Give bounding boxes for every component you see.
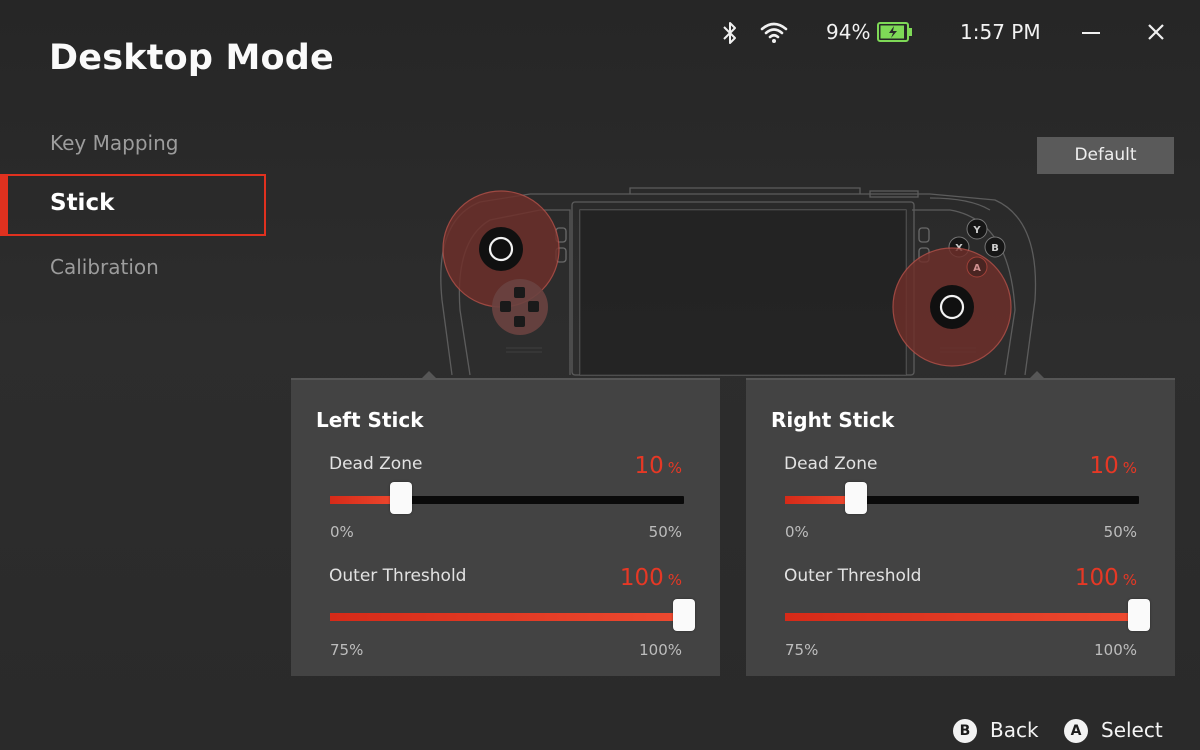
slider-fill xyxy=(785,613,1139,621)
dead-zone-slider[interactable] xyxy=(785,482,1139,514)
dead-zone-slider[interactable] xyxy=(330,482,684,514)
outer-threshold-unit: % xyxy=(1122,571,1137,589)
outer-threshold-value: 100% xyxy=(620,565,682,591)
minimize-icon[interactable] xyxy=(1076,18,1106,48)
outer-threshold-max-label: 100% xyxy=(1094,641,1137,659)
battery-icon xyxy=(877,22,912,42)
dead-zone-number: 10 xyxy=(634,453,664,479)
outer-threshold-number: 100 xyxy=(1074,565,1119,591)
sidebar-item-key-mapping[interactable]: Key Mapping xyxy=(0,113,266,175)
dead-zone-max-label: 50% xyxy=(1103,523,1137,541)
outer-threshold-slider[interactable] xyxy=(330,599,695,631)
dead-zone-min-label: 0% xyxy=(330,523,354,541)
outer-threshold-max-label: 100% xyxy=(639,641,682,659)
outer-threshold-label: Outer Threshold xyxy=(784,566,922,586)
outer-threshold-label: Outer Threshold xyxy=(329,566,467,586)
bluetooth-icon xyxy=(723,22,736,44)
dead-zone-label: Dead Zone xyxy=(784,454,878,474)
panel-title: Right Stick xyxy=(771,408,895,432)
outer-threshold-number: 100 xyxy=(619,565,664,591)
battery-percent: 94% xyxy=(826,20,871,44)
slider-thumb[interactable] xyxy=(673,599,695,631)
outer-threshold-min-label: 75% xyxy=(330,641,364,659)
slider-thumb[interactable] xyxy=(844,482,867,514)
dead-zone-label: Dead Zone xyxy=(329,454,423,474)
dead-zone-unit: % xyxy=(1122,459,1137,477)
left-stick-panel: Left Stick Dead Zone 10% 0% 50% Outer Th… xyxy=(291,371,720,676)
dead-zone-number: 10 xyxy=(1089,453,1119,479)
slider-thumb[interactable] xyxy=(389,482,412,514)
face-button-a-label: A xyxy=(973,263,981,274)
dead-zone-max-label: 50% xyxy=(648,523,682,541)
wifi-icon xyxy=(760,22,788,43)
outer-threshold-min-label: 75% xyxy=(785,641,819,659)
face-button-y-label: Y xyxy=(972,225,981,236)
sidebar-item-label: Key Mapping xyxy=(50,131,179,155)
close-icon[interactable] xyxy=(1141,17,1171,47)
sidebar-item-label: Calibration xyxy=(50,255,159,279)
dead-zone-min-label: 0% xyxy=(785,523,809,541)
a-button-icon: A xyxy=(1064,719,1088,743)
sidebar-item-stick[interactable]: Stick xyxy=(0,174,266,236)
right-stick-panel: Right Stick Dead Zone 10% 0% 50% Outer T… xyxy=(746,371,1175,676)
face-button-b-label: B xyxy=(991,243,999,254)
dead-zone-value: 10% xyxy=(1089,453,1137,479)
dead-zone-unit: % xyxy=(667,459,682,477)
sidebar-item-label: Stick xyxy=(50,190,115,216)
sidebar-item-calibration[interactable]: Calibration xyxy=(0,237,266,299)
back-label: Back xyxy=(990,718,1039,742)
outer-threshold-value: 100% xyxy=(1075,565,1137,591)
slider-thumb[interactable] xyxy=(1128,599,1150,631)
slider-fill xyxy=(330,613,684,621)
page-title: Desktop Mode xyxy=(49,38,334,78)
clock: 1:57 PM xyxy=(960,20,1041,44)
outer-threshold-slider[interactable] xyxy=(785,599,1150,631)
select-label: Select xyxy=(1101,718,1163,742)
b-button-icon: B xyxy=(953,719,977,743)
panel-title: Left Stick xyxy=(316,408,424,432)
default-button[interactable]: Default xyxy=(1037,137,1174,174)
handheld-device-illustration: Y X B A xyxy=(440,187,1037,376)
outer-threshold-unit: % xyxy=(667,571,682,589)
dead-zone-value: 10% xyxy=(634,453,682,479)
